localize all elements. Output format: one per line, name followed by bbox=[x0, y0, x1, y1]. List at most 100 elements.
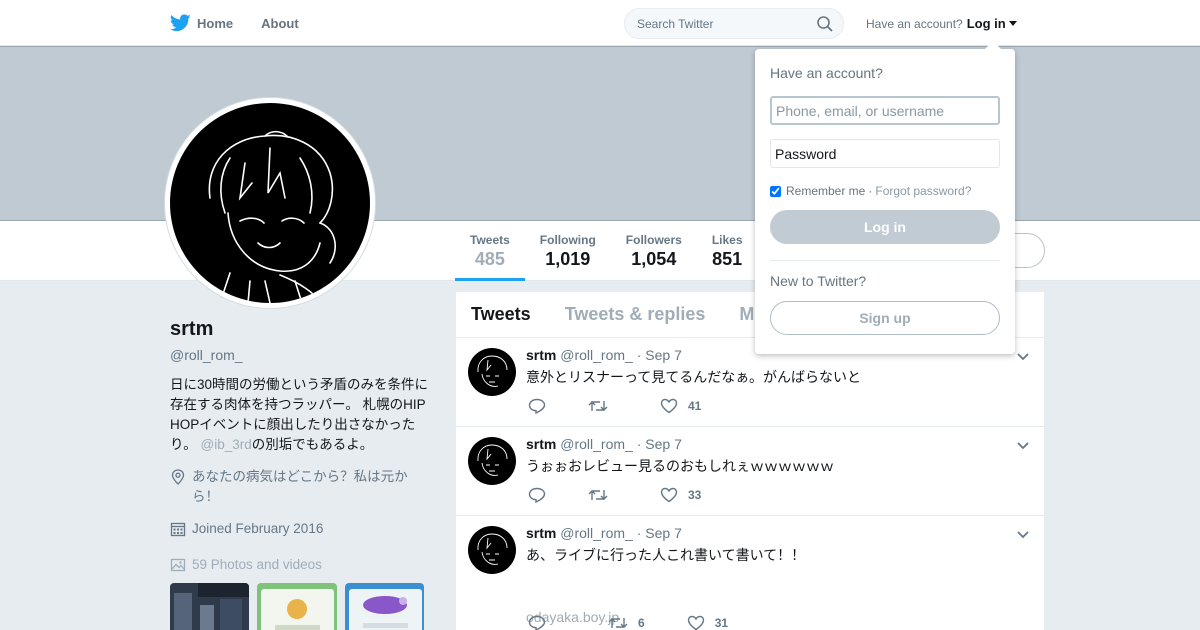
reply-button[interactable] bbox=[528, 398, 546, 414]
location-text: あなたの病気はどこから？私は元から！ bbox=[192, 469, 408, 504]
photo-thumbnail[interactable] bbox=[170, 583, 250, 630]
search-icon[interactable] bbox=[817, 16, 833, 32]
tweet-author-name[interactable]: srtm bbox=[526, 525, 556, 541]
tweet-date[interactable]: · Sep 7 bbox=[637, 347, 682, 363]
tweet-text: うぉぉおレビュー見るのおもしれぇｗｗｗｗｗｗ bbox=[526, 458, 834, 474]
tweet-avatar[interactable] bbox=[468, 437, 516, 485]
stat-following[interactable]: Following 1,019 bbox=[525, 221, 611, 281]
chevron-down-icon[interactable] bbox=[1016, 352, 1030, 362]
profile-avatar[interactable] bbox=[165, 98, 375, 308]
tweet-actions-3: 6 31 bbox=[528, 615, 728, 630]
like-count: 33 bbox=[688, 488, 702, 502]
tweet-author-name[interactable]: srtm bbox=[526, 436, 556, 452]
dropdown-divider bbox=[770, 260, 1000, 261]
profile-name[interactable]: srtm bbox=[170, 318, 432, 341]
chevron-down-icon[interactable] bbox=[1016, 441, 1030, 451]
heart-icon bbox=[660, 487, 678, 503]
have-account-text: Have an account? bbox=[866, 16, 963, 31]
bio-mention-link[interactable]: @ib_3rd bbox=[201, 437, 252, 452]
avatar-image bbox=[170, 103, 370, 303]
reply-icon bbox=[528, 487, 546, 503]
caret-down-icon[interactable] bbox=[1008, 21, 1017, 26]
search-input[interactable] bbox=[637, 16, 807, 31]
stat-label: Followers bbox=[625, 233, 682, 247]
like-count: 41 bbox=[688, 399, 702, 413]
signup-button[interactable]: Sign up bbox=[770, 301, 1000, 335]
nav-about[interactable]: About bbox=[261, 16, 299, 31]
account-menu: Have an account? Log in bbox=[866, 16, 1017, 31]
profile-handle[interactable]: @roll_rom_ bbox=[170, 347, 432, 363]
tweet-author-name[interactable]: srtm bbox=[526, 347, 556, 363]
retweet-button[interactable] bbox=[588, 488, 618, 502]
stat-likes[interactable]: Likes 851 bbox=[697, 221, 758, 281]
nav-home-label: Home bbox=[197, 15, 234, 31]
retweet-button[interactable] bbox=[588, 399, 618, 413]
forgot-password-link[interactable]: Forgot password? bbox=[875, 184, 971, 198]
tweet-actions: 41 bbox=[528, 398, 743, 414]
separator-dot: · bbox=[868, 184, 873, 198]
stat-tweets[interactable]: Tweets 485 bbox=[455, 221, 525, 281]
profile-joined: Joined February 2016 bbox=[170, 519, 432, 539]
tweet-date[interactable]: · Sep 7 bbox=[637, 525, 682, 541]
tweet[interactable]: srtm @roll_rom_ · Sep 7 あ、ライブに行った人これ書いて書… bbox=[456, 516, 1044, 630]
tweet[interactable]: srtm @roll_rom_ · Sep 7 うぉぉおレビュー見るのおもしれぇ… bbox=[456, 427, 1044, 516]
retweet-icon bbox=[588, 490, 608, 500]
twitter-bird-icon bbox=[170, 14, 191, 32]
stat-label: Likes bbox=[711, 233, 743, 247]
tweet-author-handle[interactable]: @roll_rom_ bbox=[560, 525, 633, 541]
chevron-down-icon[interactable] bbox=[1016, 530, 1030, 540]
login-button[interactable]: Log in bbox=[770, 210, 1000, 244]
stat-label: Tweets bbox=[470, 233, 510, 247]
tweet-header: srtm @roll_rom_ · Sep 7 bbox=[526, 525, 682, 541]
tab-tweets[interactable]: Tweets bbox=[471, 304, 531, 325]
tab-tweets-replies[interactable]: Tweets & replies bbox=[565, 304, 706, 325]
heart-icon bbox=[687, 615, 704, 630]
login-toggle[interactable]: Log in bbox=[967, 16, 1006, 31]
nav-left: Home About bbox=[170, 0, 327, 46]
stat-followers[interactable]: Followers 1,054 bbox=[611, 221, 697, 281]
reply-button[interactable] bbox=[528, 615, 546, 630]
profile-location: あなたの病気はどこから？私は元から！ bbox=[170, 467, 432, 507]
avatar-drawing bbox=[208, 130, 336, 303]
retweet-count: 6 bbox=[638, 616, 645, 630]
like-button[interactable]: 41 bbox=[660, 398, 701, 414]
tweet-avatar[interactable] bbox=[468, 348, 516, 396]
reply-icon bbox=[528, 398, 546, 414]
tweet-header: srtm @roll_rom_ · Sep 7 bbox=[526, 436, 682, 452]
joined-text: Joined February 2016 bbox=[192, 521, 324, 536]
photo-thumbnail[interactable] bbox=[344, 583, 424, 630]
stat-label: Following bbox=[539, 233, 596, 247]
profile-stats: Tweets 485 Following 1,019 Followers 1,0… bbox=[455, 221, 758, 281]
retweet-button[interactable]: 6 bbox=[608, 616, 645, 630]
username-field[interactable] bbox=[770, 96, 1000, 125]
password-field[interactable] bbox=[770, 139, 1000, 168]
stat-value: 485 bbox=[474, 249, 505, 269]
tweet-author-handle[interactable]: @roll_rom_ bbox=[560, 347, 633, 363]
photos-link[interactable]: 59 Photos and videos bbox=[170, 555, 432, 575]
photo-thumbnail[interactable] bbox=[257, 583, 337, 630]
stat-value: 1,019 bbox=[545, 249, 591, 269]
top-nav: Home About Have an account? Log in bbox=[0, 0, 1200, 46]
remember-label[interactable]: Remember me bbox=[786, 184, 865, 198]
reply-button[interactable] bbox=[528, 487, 546, 503]
search-box[interactable] bbox=[624, 8, 844, 39]
profile-sidebar: srtm @roll_rom_ 日に30時間の労働という矛盾のみを条件に存在する… bbox=[170, 318, 432, 630]
nav-home[interactable]: Home bbox=[170, 14, 233, 32]
retweet-icon bbox=[588, 401, 608, 411]
photo-icon bbox=[170, 558, 186, 572]
remember-row: Remember me · Forgot password? bbox=[770, 184, 1000, 198]
tweet-text: 意外とリスナーって見てるんだなぁ。がんばらないと bbox=[526, 369, 862, 385]
tweet-avatar[interactable] bbox=[468, 526, 516, 574]
remember-checkbox[interactable] bbox=[770, 185, 781, 197]
like-button[interactable]: 33 bbox=[660, 487, 701, 503]
tweet-date[interactable]: · Sep 7 bbox=[637, 436, 682, 452]
stat-value: 1,054 bbox=[631, 249, 677, 269]
tweet-author-handle[interactable]: @roll_rom_ bbox=[560, 436, 633, 452]
photos-label: 59 Photos and videos bbox=[192, 557, 322, 572]
calendar-icon bbox=[170, 522, 186, 537]
bio-suffix: の別垢でもあるよ。 bbox=[251, 437, 374, 452]
like-button[interactable]: 31 bbox=[687, 615, 728, 630]
login-dropdown: Have an account? Remember me · Forgot pa… bbox=[755, 41, 1015, 354]
tweet-actions: 33 bbox=[528, 487, 743, 503]
profile-bio: 日に30時間の労働という矛盾のみを条件に存在する肉体を持つラッパー。 札幌のHI… bbox=[170, 375, 432, 455]
